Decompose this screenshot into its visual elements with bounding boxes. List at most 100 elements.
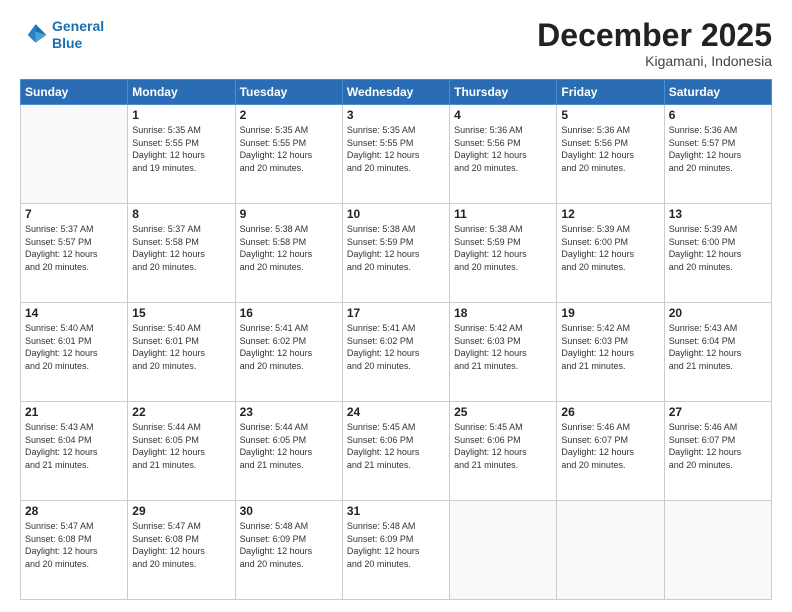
calendar-cell: 28 Sunrise: 5:47 AM Sunset: 6:08 PM Dayli… — [21, 501, 128, 600]
calendar-cell: 3Sunrise: 5:35 AM Sunset: 5:55 PM Daylig… — [342, 105, 449, 204]
week-row-5: 28 Sunrise: 5:47 AM Sunset: 6:08 PM Dayli… — [21, 501, 772, 600]
day-number: 23 — [240, 405, 338, 419]
calendar-cell: 23 Sunrise: 5:44 AM Sunset: 6:05 PM Dayli… — [235, 402, 342, 501]
day-info: Sunrise: 5:48 AM Sunset: 6:09 PM Dayligh… — [240, 520, 338, 570]
day-info: Sunrise: 5:46 AM Sunset: 6:07 PM Dayligh… — [561, 421, 659, 471]
day-number: 2 — [240, 108, 338, 122]
day-number: 21 — [25, 405, 123, 419]
calendar-cell: 27Sunrise: 5:46 AM Sunset: 6:07 PM Dayli… — [664, 402, 771, 501]
calendar-cell: 21 Sunrise: 5:43 AM Sunset: 6:04 PM Dayli… — [21, 402, 128, 501]
calendar-cell: 17Sunrise: 5:41 AM Sunset: 6:02 PM Dayli… — [342, 303, 449, 402]
day-info: Sunrise: 5:48 AM Sunset: 6:09 PM Dayligh… — [347, 520, 445, 570]
day-number: 18 — [454, 306, 552, 320]
day-info: Sunrise: 5:43 AM Sunset: 6:04 PM Dayligh… — [669, 322, 767, 372]
day-info: Sunrise: 5:39 AM Sunset: 6:00 PM Dayligh… — [561, 223, 659, 273]
calendar-cell: 10Sunrise: 5:38 AM Sunset: 5:59 PM Dayli… — [342, 204, 449, 303]
col-monday: Monday — [128, 80, 235, 105]
col-saturday: Saturday — [664, 80, 771, 105]
day-info: Sunrise: 5:47 AM Sunset: 6:08 PM Dayligh… — [25, 520, 123, 570]
day-number: 29 — [132, 504, 230, 518]
day-info: Sunrise: 5:44 AM Sunset: 6:05 PM Dayligh… — [240, 421, 338, 471]
calendar-cell: 19Sunrise: 5:42 AM Sunset: 6:03 PM Dayli… — [557, 303, 664, 402]
day-number: 1 — [132, 108, 230, 122]
day-number: 20 — [669, 306, 767, 320]
calendar-cell: 14 Sunrise: 5:40 AM Sunset: 6:01 PM Dayli… — [21, 303, 128, 402]
calendar-cell: 26 Sunrise: 5:46 AM Sunset: 6:07 PM Dayli… — [557, 402, 664, 501]
calendar-cell: 25 Sunrise: 5:45 AM Sunset: 6:06 PM Dayli… — [450, 402, 557, 501]
day-info: Sunrise: 5:45 AM Sunset: 6:06 PM Dayligh… — [454, 421, 552, 471]
day-info: Sunrise: 5:35 AM Sunset: 5:55 PM Dayligh… — [347, 124, 445, 174]
week-row-2: 7 Sunrise: 5:37 AM Sunset: 5:57 PM Daylig… — [21, 204, 772, 303]
day-number: 26 — [561, 405, 659, 419]
calendar-cell: 13Sunrise: 5:39 AM Sunset: 6:00 PM Dayli… — [664, 204, 771, 303]
subtitle: Kigamani, Indonesia — [537, 53, 772, 69]
calendar-header-row: Sunday Monday Tuesday Wednesday Thursday… — [21, 80, 772, 105]
logo-icon — [20, 21, 48, 49]
calendar-cell: 16 Sunrise: 5:41 AM Sunset: 6:02 PM Dayli… — [235, 303, 342, 402]
day-info: Sunrise: 5:47 AM Sunset: 6:08 PM Dayligh… — [132, 520, 230, 570]
col-friday: Friday — [557, 80, 664, 105]
col-wednesday: Wednesday — [342, 80, 449, 105]
col-sunday: Sunday — [21, 80, 128, 105]
day-number: 11 — [454, 207, 552, 221]
day-info: Sunrise: 5:40 AM Sunset: 6:01 PM Dayligh… — [25, 322, 123, 372]
calendar-cell: 9 Sunrise: 5:38 AM Sunset: 5:58 PM Daylig… — [235, 204, 342, 303]
day-number: 27 — [669, 405, 767, 419]
day-number: 12 — [561, 207, 659, 221]
week-row-3: 14 Sunrise: 5:40 AM Sunset: 6:01 PM Dayli… — [21, 303, 772, 402]
calendar-cell: 12 Sunrise: 5:39 AM Sunset: 6:00 PM Dayli… — [557, 204, 664, 303]
col-thursday: Thursday — [450, 80, 557, 105]
day-number: 9 — [240, 207, 338, 221]
day-number: 24 — [347, 405, 445, 419]
calendar-cell: 8Sunrise: 5:37 AM Sunset: 5:58 PM Daylig… — [128, 204, 235, 303]
day-info: Sunrise: 5:42 AM Sunset: 6:03 PM Dayligh… — [454, 322, 552, 372]
logo-text: General Blue — [52, 18, 104, 52]
day-info: Sunrise: 5:40 AM Sunset: 6:01 PM Dayligh… — [132, 322, 230, 372]
day-number: 10 — [347, 207, 445, 221]
calendar-cell: 22 Sunrise: 5:44 AM Sunset: 6:05 PM Dayli… — [128, 402, 235, 501]
day-number: 7 — [25, 207, 123, 221]
page: General Blue December 2025 Kigamani, Ind… — [0, 0, 792, 612]
day-number: 25 — [454, 405, 552, 419]
calendar-cell: 1Sunrise: 5:35 AM Sunset: 5:55 PM Daylig… — [128, 105, 235, 204]
day-number: 15 — [132, 306, 230, 320]
day-info: Sunrise: 5:38 AM Sunset: 5:59 PM Dayligh… — [454, 223, 552, 273]
day-number: 4 — [454, 108, 552, 122]
day-number: 13 — [669, 207, 767, 221]
day-info: Sunrise: 5:41 AM Sunset: 6:02 PM Dayligh… — [240, 322, 338, 372]
calendar-cell: 7 Sunrise: 5:37 AM Sunset: 5:57 PM Daylig… — [21, 204, 128, 303]
week-row-1: 1 Sunrise: 5:35 AM Sunset: 5:55 PM Daylig… — [21, 105, 772, 204]
calendar-cell: 4Sunrise: 5:36 AM Sunset: 5:56 PM Daylig… — [450, 105, 557, 204]
day-info: Sunrise: 5:43 AM Sunset: 6:04 PM Dayligh… — [25, 421, 123, 471]
calendar-cell: 24Sunrise: 5:45 AM Sunset: 6:06 PM Dayli… — [342, 402, 449, 501]
calendar-cell: 20 Sunrise: 5:43 AM Sunset: 6:04 PM Dayli… — [664, 303, 771, 402]
title-block: December 2025 Kigamani, Indonesia — [537, 18, 772, 69]
calendar-cell — [21, 105, 128, 204]
day-number: 5 — [561, 108, 659, 122]
day-info: Sunrise: 5:37 AM Sunset: 5:57 PM Dayligh… — [25, 223, 123, 273]
day-number: 16 — [240, 306, 338, 320]
day-number: 30 — [240, 504, 338, 518]
logo: General Blue — [20, 18, 104, 52]
calendar-cell: 18 Sunrise: 5:42 AM Sunset: 6:03 PM Dayli… — [450, 303, 557, 402]
day-info: Sunrise: 5:37 AM Sunset: 5:58 PM Dayligh… — [132, 223, 230, 273]
day-number: 14 — [25, 306, 123, 320]
day-number: 31 — [347, 504, 445, 518]
calendar-cell — [664, 501, 771, 600]
calendar-cell: 31 Sunrise: 5:48 AM Sunset: 6:09 PM Dayli… — [342, 501, 449, 600]
day-info: Sunrise: 5:38 AM Sunset: 5:58 PM Dayligh… — [240, 223, 338, 273]
calendar-cell — [450, 501, 557, 600]
day-info: Sunrise: 5:41 AM Sunset: 6:02 PM Dayligh… — [347, 322, 445, 372]
day-number: 6 — [669, 108, 767, 122]
day-info: Sunrise: 5:35 AM Sunset: 5:55 PM Dayligh… — [240, 124, 338, 174]
calendar-cell: 11 Sunrise: 5:38 AM Sunset: 5:59 PM Dayli… — [450, 204, 557, 303]
calendar-cell: 6 Sunrise: 5:36 AM Sunset: 5:57 PM Daylig… — [664, 105, 771, 204]
day-number: 28 — [25, 504, 123, 518]
calendar-cell: 5Sunrise: 5:36 AM Sunset: 5:56 PM Daylig… — [557, 105, 664, 204]
calendar-cell: 2 Sunrise: 5:35 AM Sunset: 5:55 PM Daylig… — [235, 105, 342, 204]
calendar-cell: 30 Sunrise: 5:48 AM Sunset: 6:09 PM Dayli… — [235, 501, 342, 600]
day-info: Sunrise: 5:36 AM Sunset: 5:57 PM Dayligh… — [669, 124, 767, 174]
week-row-4: 21 Sunrise: 5:43 AM Sunset: 6:04 PM Dayli… — [21, 402, 772, 501]
day-number: 22 — [132, 405, 230, 419]
day-info: Sunrise: 5:44 AM Sunset: 6:05 PM Dayligh… — [132, 421, 230, 471]
